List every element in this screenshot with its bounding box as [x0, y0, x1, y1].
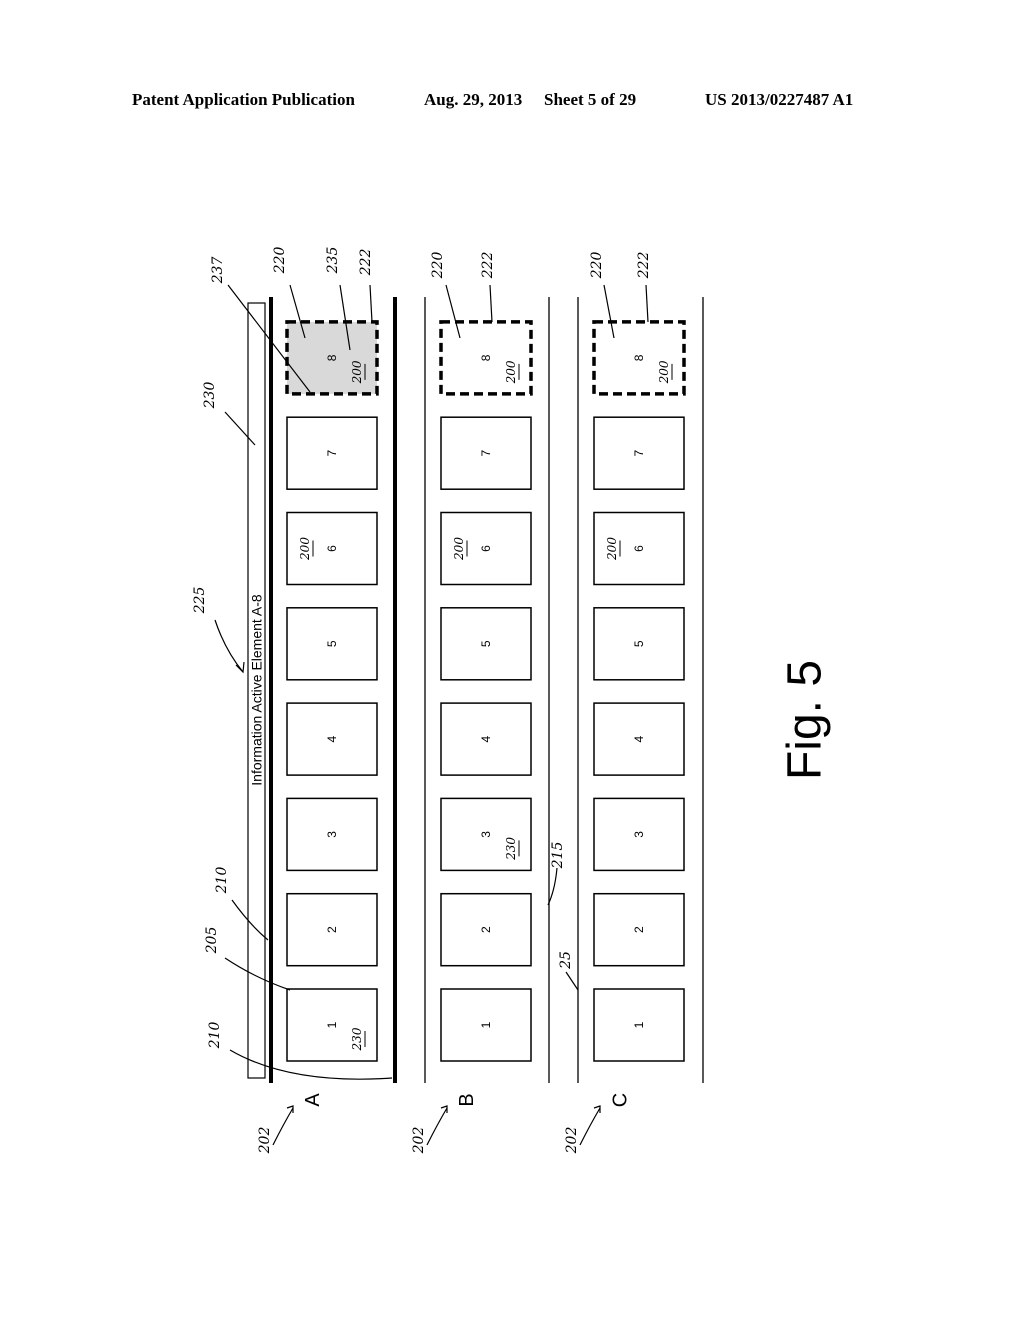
element-label: 5 — [632, 640, 646, 647]
ref-numeral-row-border: 210 — [214, 867, 230, 895]
element-label: 7 — [632, 450, 646, 457]
element-ref-numeral: 200 — [605, 537, 619, 561]
ref-arrow — [272, 1107, 294, 1146]
element-ref-numeral: 200 — [504, 360, 518, 384]
element-ref-numeral: 200 — [657, 360, 671, 384]
element-label: 2 — [632, 926, 646, 933]
element-label: 5 — [325, 640, 339, 647]
element-label: 7 — [479, 450, 493, 457]
ref-numeral-dashed-border: 222 — [480, 252, 496, 280]
ref-numeral-selected-element: 220 — [272, 247, 288, 275]
element-label: 8 — [325, 354, 339, 361]
element-label: 6 — [632, 545, 646, 552]
row-label: A — [302, 1093, 324, 1107]
leader-line — [369, 284, 373, 323]
element-ref-numeral: 200 — [452, 537, 466, 561]
element-label: 6 — [325, 545, 339, 552]
ref-numeral-dashed-border: 222 — [636, 252, 652, 280]
ref-numeral-row-gap: 25 — [558, 951, 574, 970]
element-label: 3 — [632, 831, 646, 838]
leader-line — [565, 971, 579, 991]
row-ref-numeral: 202 — [257, 1127, 273, 1155]
ref-arrow — [426, 1107, 448, 1146]
element-label: 3 — [325, 831, 339, 838]
element-label: 1 — [479, 1021, 493, 1028]
ref-numeral-info-bar: 230 — [202, 382, 218, 410]
row-label: B — [456, 1093, 478, 1106]
element-label: 4 — [632, 735, 646, 742]
ref-numeral-row-boundary: 215 — [550, 842, 566, 870]
ref-numeral-active-area: 237 — [210, 257, 226, 285]
element-label: 4 — [325, 735, 339, 742]
element-label: 3 — [479, 831, 493, 838]
element-ref-numeral: 230 — [504, 837, 518, 861]
element-label: 4 — [479, 735, 493, 742]
figure-5-drawing: Information Active Element A-8 1 230 2 3 4 5 6 2… — [192, 247, 832, 1155]
element-label: 8 — [632, 354, 646, 361]
ref-numeral-selected-element: 220 — [589, 252, 605, 280]
leader-line — [489, 284, 493, 323]
ref-arrow — [579, 1107, 601, 1146]
leader-line — [214, 619, 244, 673]
element-label: 2 — [479, 926, 493, 933]
leader-line — [645, 284, 649, 323]
ref-numeral-row-border: 210 — [207, 1022, 223, 1050]
ref-numeral-highlight-region: 235 — [325, 247, 341, 275]
ref-numeral-selected-element: 220 — [430, 252, 446, 280]
element-label: 5 — [479, 640, 493, 647]
element-ref-numeral: 200 — [350, 360, 364, 384]
element-ref-numeral: 230 — [350, 1027, 364, 1051]
element-ref-numeral: 200 — [298, 537, 312, 561]
ref-numeral-info-display: 225 — [192, 587, 208, 615]
element-label: 1 — [632, 1021, 646, 1028]
row-ref-numeral: 202 — [411, 1127, 427, 1155]
figure-caption: Fig. 5 — [779, 660, 832, 780]
info-bar-text: Information Active Element A-8 — [249, 594, 265, 786]
element-label: 1 — [325, 1021, 339, 1028]
ref-numeral-row-spacing: 205 — [204, 927, 220, 955]
element-label: 7 — [325, 450, 339, 457]
element-label: 8 — [479, 354, 493, 361]
element-label: 6 — [479, 545, 493, 552]
row-label: C — [610, 1093, 632, 1107]
ref-numeral-dashed-border: 222 — [358, 249, 374, 277]
row-ref-numeral: 202 — [564, 1127, 580, 1155]
element-label: 2 — [325, 926, 339, 933]
